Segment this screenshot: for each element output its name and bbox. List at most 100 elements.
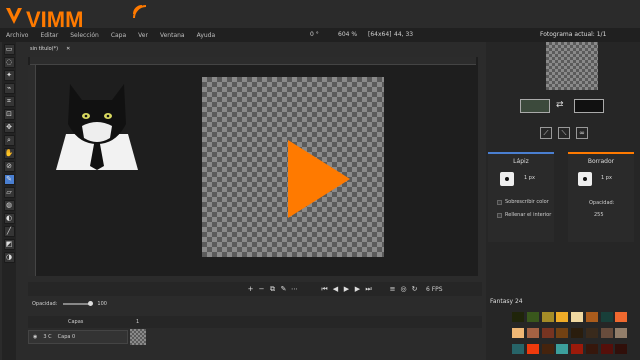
pencil-size-icon[interactable] [500,172,514,186]
primary-color-swatch[interactable] [520,99,550,113]
play-overlay-icon[interactable] [284,136,354,222]
palette-swatch[interactable] [571,344,583,354]
crop-icon[interactable]: ⌗ [3,96,15,107]
duplicate-frame-icon[interactable]: ⧉ [268,285,277,294]
palette-swatch[interactable] [556,312,569,322]
cat-image [56,84,138,170]
close-icon[interactable]: ✕ [66,46,70,52]
palette-swatch[interactable] [556,344,569,354]
palette-swatch[interactable] [526,312,539,322]
palette-swatch[interactable] [541,344,554,354]
eye-icon[interactable]: ◉ [33,334,37,340]
add-frame-icon[interactable]: + [246,285,255,294]
rect-select-icon[interactable]: ▭ [3,44,15,55]
pencil-icon[interactable]: ✎ [3,174,15,185]
logo-text: VIMM [26,7,83,32]
wand-select-icon[interactable]: ⌁ [3,83,15,94]
opacity-value[interactable]: 100 [97,301,107,307]
palette-swatch[interactable] [526,344,539,354]
layer-row[interactable]: ◉ 3 C Capa 0 [28,330,128,344]
palette-swatch[interactable] [571,328,583,338]
document-title: sin título(*) [30,46,59,52]
onion-skin-icon[interactable]: ◎ [399,285,408,294]
swap-colors-icon[interactable]: ⇄ [556,100,564,110]
palette-swatch[interactable] [512,328,524,338]
eraser-size[interactable]: 1 px [601,175,612,181]
palette-swatch[interactable] [615,328,628,338]
vimm-logo: VIMM [6,5,147,32]
more-frame-icon[interactable]: ⋯ [290,285,299,294]
palette-swatch[interactable] [512,344,524,354]
timeline-bar: + − ⧉ ✎ ⋯ ⏮ ◀ ▶ ▶ ⏭ ≡ ◎ ↻ 6 FPS [28,282,482,296]
palette-swatch[interactable] [526,328,539,338]
prev-frame-icon[interactable]: ◀ [331,285,340,294]
dither-icon[interactable]: ∞ [576,127,588,139]
canvas-size-readout: [64x64] [368,31,392,38]
zoom-readout: 604 % [338,31,358,38]
left-toolbar: ▭ ◌ ✦ ⌁ ⌗ ⊡ ✥ ⌕ ✋ ⊘ ✎ ▱ ◍ ◐ ╱ ◩ ◑ [2,42,16,360]
frame-label: Fotograma actual: 1/1 [540,31,607,38]
loop-icon[interactable]: ↻ [410,285,419,294]
layer-flags: 3 C [43,334,52,340]
mirror-icon[interactable]: ⟍ [558,127,570,139]
palette-grid [512,312,628,358]
palette-swatch[interactable] [615,344,628,354]
eraser-size-icon[interactable] [578,172,592,186]
layers-header: Capas 1 [28,316,482,328]
palette-name[interactable]: Fantasy 24 [490,298,523,305]
move-icon[interactable]: ✥ [3,122,15,133]
palette-swatch[interactable] [512,312,524,322]
bucket-icon[interactable]: ◍ [3,200,15,211]
eraser-icon[interactable]: ▱ [3,187,15,198]
opacity-label: Opacidad: [32,301,58,307]
palette-swatch[interactable] [600,344,613,354]
zoom-icon[interactable]: ⌕ [3,135,15,146]
shading-icon[interactable]: ◐ [3,213,15,224]
fps-readout[interactable]: 6 FPS [426,286,443,293]
palette-swatch[interactable] [585,344,598,354]
palette-swatch[interactable] [571,312,583,322]
play-icon[interactable]: ▶ [342,285,351,294]
document-tab[interactable]: sin título(*) ✕ [30,44,70,54]
lasso-icon[interactable]: ◌ [3,57,15,68]
pencil-options: Lápiz [488,152,554,242]
palette-swatch[interactable] [615,312,628,322]
angle-readout: 0 ° [310,31,319,38]
menu-ayuda[interactable]: Ayuda [191,32,222,39]
ruler-top [30,57,476,65]
color-icon[interactable]: ◑ [3,252,15,263]
ruler-left [28,65,36,276]
eraser-opacity-label: Opacidad: [589,200,615,206]
eraser-opacity-value[interactable]: 255 [594,212,604,218]
mode-icons: ⟋ ⟍ ∞ [540,127,588,139]
pixel-perfect-icon[interactable]: ⟋ [540,127,552,139]
palette-swatch[interactable] [585,312,598,322]
palette-swatch[interactable] [600,328,613,338]
layer-name: Capa 0 [57,334,76,340]
fill-inside-check[interactable]: Rellenar el interior [497,212,551,218]
line-icon[interactable]: ╱ [3,226,15,237]
pencil-size[interactable]: 1 px [524,175,535,181]
transform-icon[interactable]: ⊡ [3,109,15,120]
palette-swatch[interactable] [541,312,554,322]
palette-swatch[interactable] [541,328,554,338]
overwrite-color-check[interactable]: Sobrescribir color [497,199,549,205]
palette-swatch[interactable] [556,328,569,338]
magic-wand-icon[interactable]: ✦ [3,70,15,81]
palette-swatch[interactable] [585,328,598,338]
next-frame-icon[interactable]: ▶ [353,285,362,294]
last-frame-icon[interactable]: ⏭ [364,285,373,294]
eyedropper-icon[interactable]: ⊘ [3,161,15,172]
first-frame-icon[interactable]: ⏮ [320,285,329,294]
frame-thumbnail[interactable] [546,42,598,90]
frame-value: 1/1 [596,31,607,38]
hand-icon[interactable]: ✋ [3,148,15,159]
gradient-icon[interactable]: ◩ [3,239,15,250]
edit-frame-icon[interactable]: ✎ [279,285,288,294]
secondary-color-swatch[interactable] [574,99,604,113]
layer-thumbnail [130,329,146,345]
palette-swatch[interactable] [600,312,613,322]
list-icon[interactable]: ≡ [388,285,397,294]
remove-frame-icon[interactable]: − [257,285,266,294]
opacity-slider[interactable] [63,301,94,306]
